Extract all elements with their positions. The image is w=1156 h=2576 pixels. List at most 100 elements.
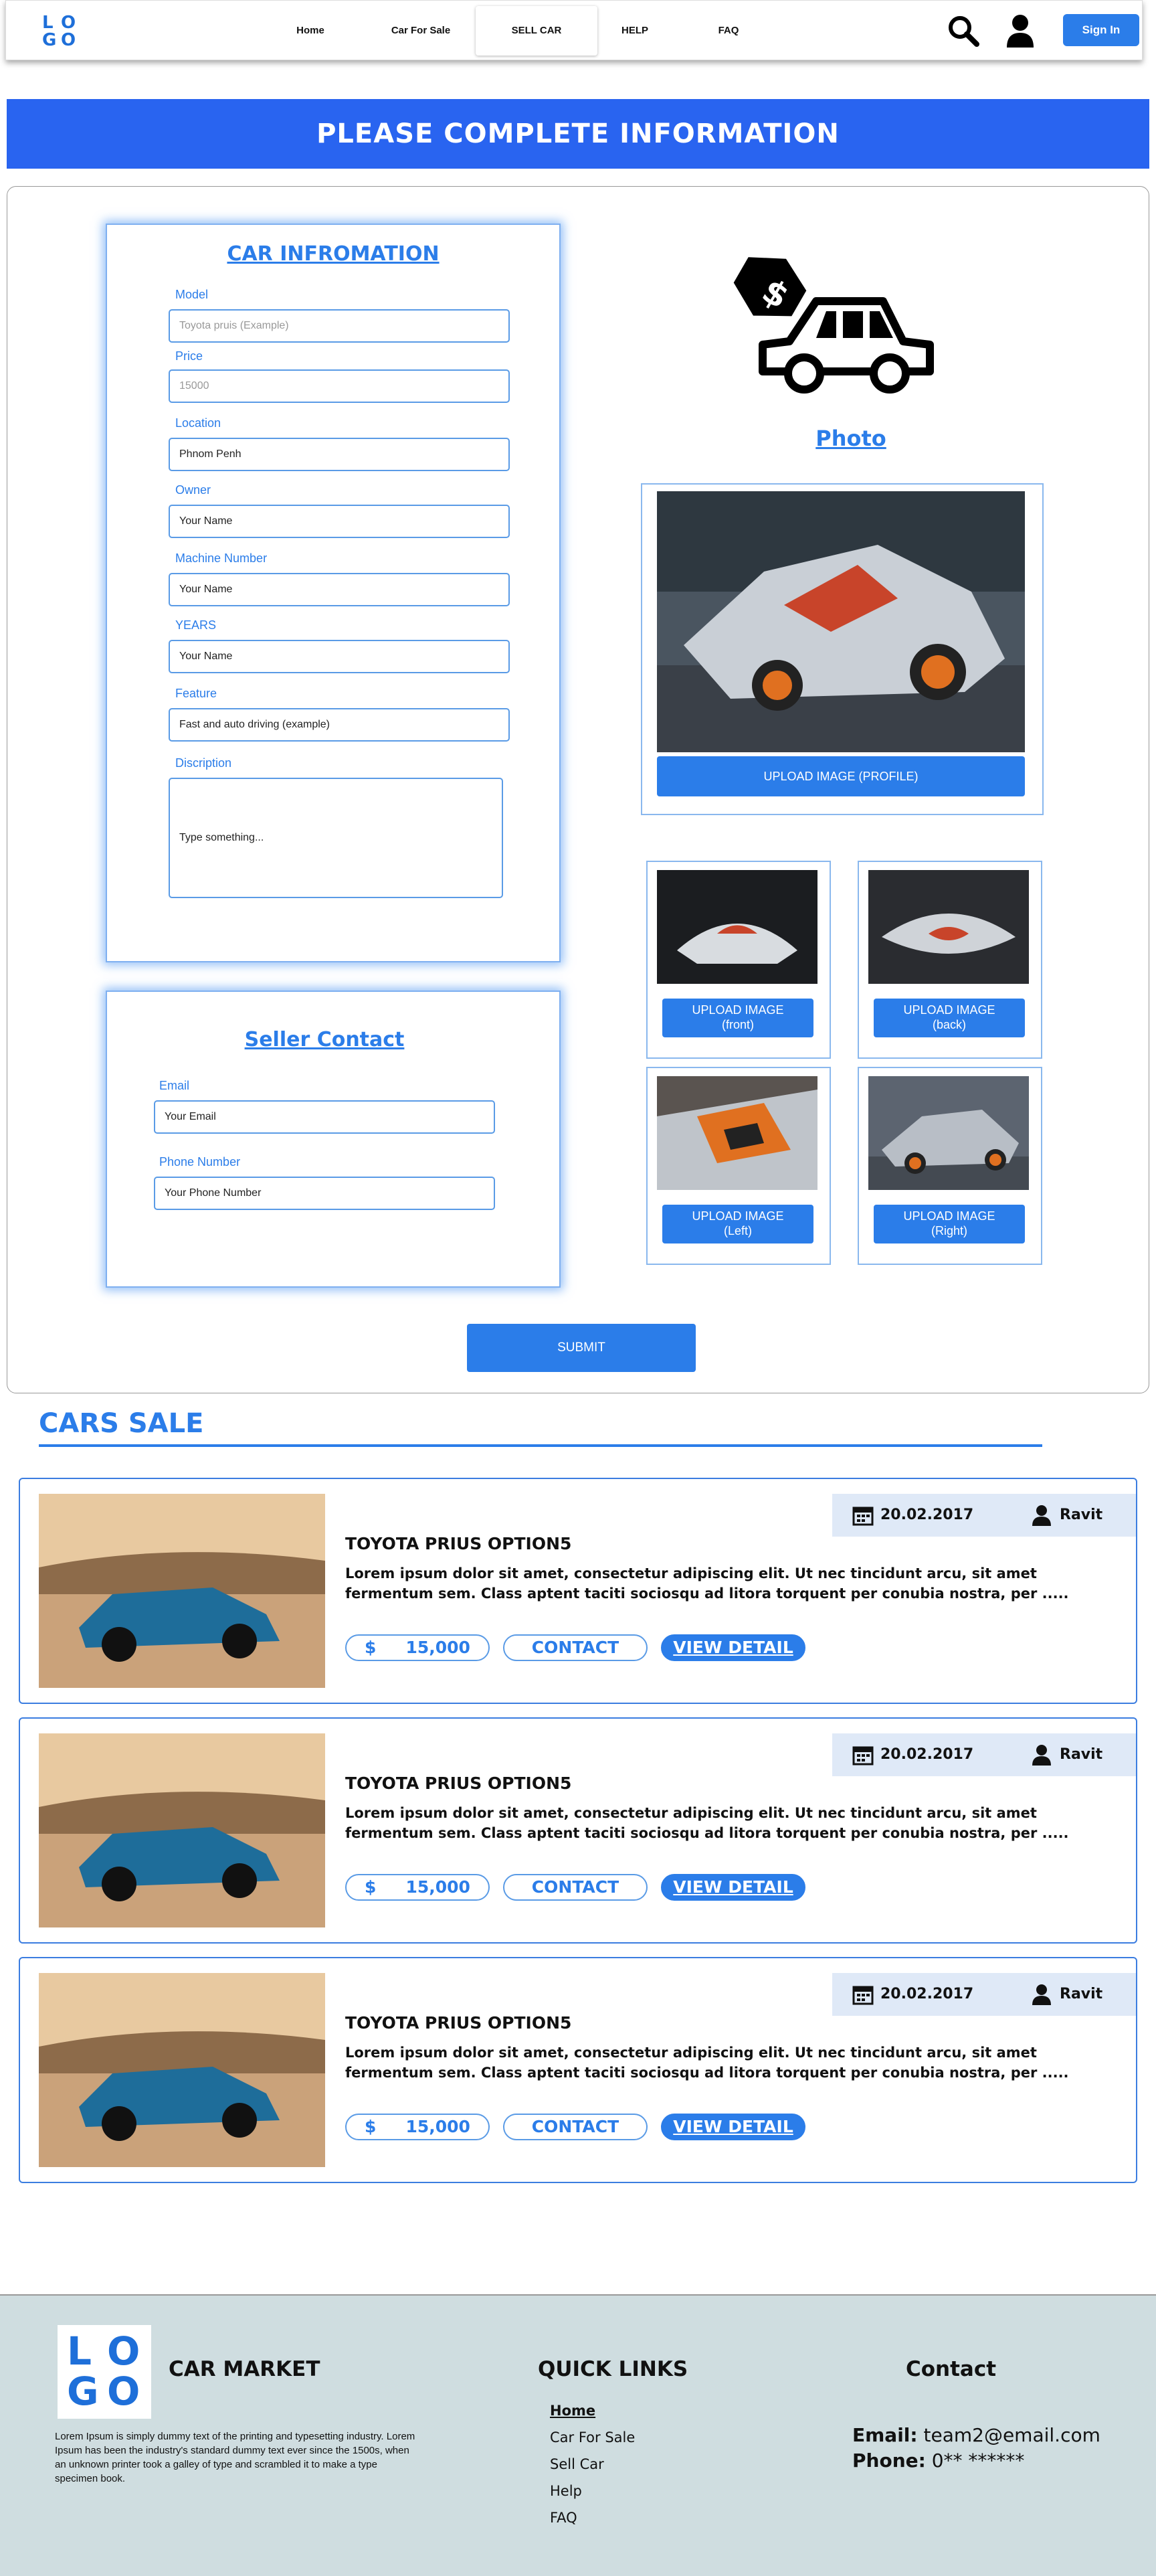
upload-profile-image-button[interactable]: UPLOAD IMAGE (PROFILE) — [657, 756, 1025, 796]
listing-meta-bar: 20.02.2017 Ravit — [832, 1494, 1136, 1537]
footer-email: Email: team2@email.com — [852, 2424, 1100, 2446]
nav-help[interactable]: HELP — [608, 19, 662, 42]
car-information-card: CAR INFROMATION Model Price Location Own… — [106, 224, 561, 962]
footer-brand: CAR MARKET — [169, 2357, 320, 2381]
listing-price: $15,000 — [345, 1874, 490, 1901]
user-icon — [1032, 1505, 1051, 1526]
email-input[interactable] — [154, 1100, 495, 1134]
price-label: Price — [175, 349, 203, 363]
footer-link-car-for-sale[interactable]: Car For Sale — [550, 2429, 635, 2445]
footer-phone-value: 0** ****** — [931, 2450, 1025, 2472]
years-input[interactable] — [169, 640, 510, 673]
machine-number-label: Machine Number — [175, 551, 268, 565]
listing-user: Ravit — [1060, 1746, 1103, 1763]
cars-sale-divider — [39, 1444, 1042, 1447]
listing-title: TOYOTA PRIUS OPTION5 — [345, 1774, 572, 1793]
logo-letter: L — [42, 13, 54, 33]
search-icon[interactable] — [947, 14, 980, 48]
footer-link-faq[interactable]: FAQ — [550, 2510, 577, 2526]
dollar-icon: $ — [365, 1877, 377, 1897]
dollar-icon: $ — [365, 2117, 377, 2136]
upload-right-label: UPLOAD IMAGE — [903, 1209, 995, 1223]
listing-price-value: 15,000 — [405, 1877, 470, 1897]
photo-title: Photo — [815, 426, 886, 451]
description-textarea[interactable]: Type something... — [169, 778, 503, 898]
years-label: YEARS — [175, 618, 217, 632]
car-listing: 20.02.2017 Ravit TOYOTA PRIUS OPTION5 Lo… — [19, 1717, 1137, 1944]
listing-car-image — [39, 1733, 325, 1927]
listing-contact-button[interactable]: CONTACT — [503, 1874, 648, 1901]
listing-date: 20.02.2017 — [880, 1986, 974, 2002]
listing-date: 20.02.2017 — [880, 1746, 974, 1763]
quick-links-title: QUICK LINKS — [538, 2357, 688, 2381]
listing-view-detail-button[interactable]: VIEW DETAIL — [661, 1874, 805, 1901]
car-price-tag-icon: $ — [733, 257, 934, 394]
footer-logo-letter: L — [67, 2328, 92, 2374]
listing-price: $15,000 — [345, 2114, 490, 2140]
sign-in-button[interactable]: Sign In — [1063, 14, 1139, 46]
listing-price-value: 15,000 — [405, 1638, 470, 1657]
listing-meta-bar: 20.02.2017 Ravit — [832, 1733, 1136, 1776]
phone-number-label: Phone Number — [159, 1155, 241, 1169]
upload-back-image-button[interactable]: UPLOAD IMAGE (back) — [874, 999, 1025, 1037]
owner-label: Owner — [175, 483, 211, 497]
listing-contact-button[interactable]: CONTACT — [503, 2114, 648, 2140]
footer-link-help[interactable]: Help — [550, 2483, 582, 2499]
listing-title: TOYOTA PRIUS OPTION5 — [345, 2013, 572, 2033]
nav-faq[interactable]: FAQ — [702, 19, 755, 42]
user-icon — [1032, 1984, 1051, 2005]
page-banner-title: PLEASE COMPLETE INFORMATION — [7, 99, 1149, 169]
nav-car-for-sale[interactable]: Car For Sale — [381, 19, 461, 42]
dollar-icon: $ — [365, 1638, 377, 1657]
listing-car-image — [39, 1973, 325, 2167]
phone-number-input[interactable] — [154, 1177, 495, 1210]
feature-input[interactable] — [169, 708, 510, 742]
left-car-image — [657, 1076, 817, 1190]
footer-logo-letter: O — [107, 2328, 140, 2374]
price-input[interactable] — [169, 369, 510, 403]
upload-front-label: UPLOAD IMAGE — [692, 1003, 784, 1017]
user-icon — [1032, 1745, 1051, 1766]
upload-left-image-button[interactable]: UPLOAD IMAGE (Left) — [662, 1205, 813, 1243]
logo-letter: O — [61, 13, 76, 33]
listing-description: Lorem ipsum dolor sit amet, consectetur … — [345, 1565, 1069, 1602]
listing-car-image — [39, 1494, 325, 1688]
calendar-icon — [852, 1986, 874, 2005]
listing-price: $15,000 — [345, 1634, 490, 1661]
listing-meta-bar: 20.02.2017 Ravit — [832, 1973, 1136, 2016]
footer-about-text: Lorem Ipsum is simply dummy text of the … — [55, 2431, 415, 2484]
logo-letter: G — [42, 30, 57, 50]
location-input[interactable] — [169, 438, 510, 471]
machine-number-input[interactable] — [169, 573, 510, 606]
front-car-image — [657, 870, 817, 984]
listing-view-detail-button[interactable]: VIEW DETAIL — [661, 2114, 805, 2140]
footer-link-sell-car[interactable]: Sell Car — [550, 2456, 604, 2472]
upload-front-image-button[interactable]: UPLOAD IMAGE (front) — [662, 999, 813, 1037]
model-input[interactable] — [169, 309, 510, 343]
upload-left-sublabel: (Left) — [723, 1224, 752, 1237]
back-car-image — [868, 870, 1029, 984]
profile-car-image — [657, 491, 1025, 752]
owner-input[interactable] — [169, 505, 510, 538]
nav-home[interactable]: Home — [280, 19, 341, 42]
listing-date: 20.02.2017 — [880, 1507, 974, 1523]
submit-button[interactable]: SUBMIT — [467, 1324, 696, 1372]
footer-logo: L O G O — [58, 2325, 151, 2419]
car-listing: 20.02.2017 Ravit TOYOTA PRIUS OPTION5 Lo… — [19, 1957, 1137, 2183]
description-label: Discription — [175, 756, 232, 770]
seller-contact-card: Seller Contact Email Phone Number — [106, 991, 561, 1288]
listing-description: Lorem ipsum dolor sit amet, consectetur … — [345, 1805, 1069, 1841]
footer-logo-letter: G — [67, 2369, 99, 2414]
upload-right-sublabel: (Right) — [931, 1224, 967, 1237]
listing-user: Ravit — [1060, 1507, 1103, 1523]
logo[interactable]: L O G O — [41, 14, 81, 50]
upload-right-image-button[interactable]: UPLOAD IMAGE (Right) — [874, 1205, 1025, 1243]
seller-contact-title: Seller Contact — [244, 1028, 405, 1051]
logo-letter: O — [61, 30, 76, 50]
user-account-icon[interactable] — [1005, 14, 1035, 48]
listing-view-detail-button[interactable]: VIEW DETAIL — [661, 1634, 805, 1661]
footer-email-value: team2@email.com — [923, 2424, 1100, 2446]
listing-contact-button[interactable]: CONTACT — [503, 1634, 648, 1661]
nav-sell-car[interactable]: SELL CAR — [476, 6, 597, 56]
footer-link-home[interactable]: Home — [550, 2403, 595, 2419]
